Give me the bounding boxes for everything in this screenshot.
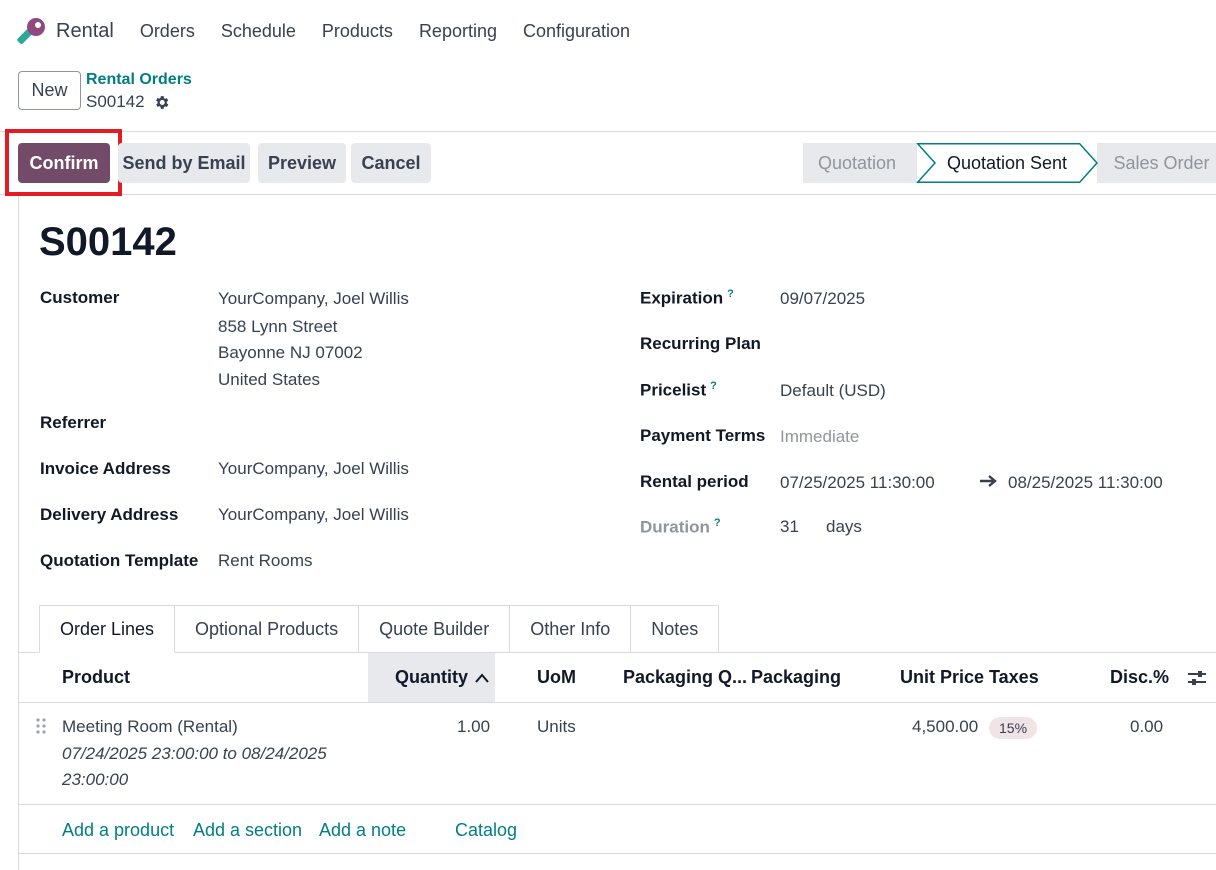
recurring-plan-field[interactable] [780,334,980,354]
referrer-field[interactable] [218,413,418,433]
new-button[interactable]: New [18,71,81,110]
row-description-line2: 23:00:00 [62,770,129,789]
row-unit-price[interactable]: 4,500.00 [912,717,978,737]
form-statusbar: Confirm Send by Email Preview Cancel Quo… [0,129,1216,196]
confirm-button[interactable]: Confirm [18,143,110,183]
control-panel: New Rental Orders S00142 [0,62,1216,132]
delivery-address-field[interactable]: YourCompany, Joel Willis [218,505,409,525]
stage-arrows [916,143,1099,183]
row-description-line1: 07/24/2025 23:00:00 to 08/24/2025 [62,744,327,763]
pricelist-field[interactable]: Default (USD) [780,381,886,401]
col-unit-price[interactable]: Unit Price [900,653,984,702]
menu-orders[interactable]: Orders [140,21,195,42]
expiration-field[interactable]: 09/07/2025 [780,289,865,309]
row-quantity[interactable]: 1.00 [457,717,490,737]
order-lines-header: Product Quantity UoM Packaging Q... Pack… [19,653,1216,703]
cancel-button[interactable]: Cancel [351,143,431,183]
menu-reporting[interactable]: Reporting [419,21,497,42]
order-lines-footer: Add a product Add a section Add a note C… [19,806,1216,854]
duration-label: Duration? [640,517,721,538]
sort-up-icon [475,672,489,683]
menu-schedule[interactable]: Schedule [221,21,296,42]
col-product[interactable]: Product [62,653,130,702]
notebook-tabs: Order Lines Optional Products Quote Buil… [39,605,720,653]
help-icon[interactable]: ? [710,380,717,392]
recurring-plan-label: Recurring Plan [640,334,761,353]
pricelist-label-text: Pricelist [640,380,707,400]
breadcrumb-parent[interactable]: Rental Orders [86,71,192,89]
col-quantity[interactable]: Quantity [395,653,490,702]
customer-country: United States [218,370,321,389]
tab-quote-builder[interactable]: Quote Builder [359,605,511,653]
status-stages: Quotation Sales Order Quotation Sent [803,143,1216,183]
invoice-address-field[interactable]: YourCompany, Joel Willis [218,459,409,479]
row-discount[interactable]: 0.00 [1130,717,1163,737]
add-section-link[interactable]: Add a section [193,820,302,841]
breadcrumb-current-label: S00142 [86,92,145,111]
tab-optional-products[interactable]: Optional Products [175,605,360,653]
menu-configuration[interactable]: Configuration [523,21,630,42]
quotation-template-label: Quotation Template [40,551,199,570]
delivery-address-label: Delivery Address [40,505,179,524]
invoice-address-label: Invoice Address [40,459,171,478]
menu-products[interactable]: Products [322,21,393,42]
col-packaging-qty[interactable]: Packaging Q... [623,653,747,702]
row-product[interactable]: Meeting Room (Rental) [62,717,238,737]
duration-unit: days [826,517,862,536]
order-title: S00142 [39,220,177,264]
main-menu: Orders Schedule Products Reporting Confi… [140,21,656,42]
help-icon[interactable]: ? [727,288,734,300]
add-note-link[interactable]: Add a note [319,820,406,841]
tab-order-lines[interactable]: Order Lines [39,605,176,653]
rental-key-icon [16,15,48,47]
table-row[interactable]: Meeting Room (Rental) 07/24/2025 23:00:0… [19,703,1216,805]
quotation-template-field[interactable]: Rent Rooms [218,551,312,571]
pricelist-label: Pricelist? [640,380,717,401]
referrer-label: Referrer [40,413,107,432]
customer-label: Customer [40,288,120,307]
payment-terms-label: Payment Terms [640,426,766,445]
optional-columns-icon[interactable] [1187,653,1207,702]
payment-terms-field[interactable]: Immediate [780,427,859,447]
tax-badge[interactable]: 15% [989,717,1038,739]
drag-handle-icon[interactable] [35,717,47,735]
customer-street: 858 Lynn Street [218,317,338,336]
row-uom[interactable]: Units [537,717,576,737]
duration-value: 31 [780,517,799,536]
customer-city: Bayonne NJ 07002 [218,343,363,362]
col-packaging[interactable]: Packaging [751,653,841,702]
duration-label-text: Duration [640,517,710,537]
help-icon[interactable]: ? [714,517,721,529]
expiration-label-text: Expiration [640,288,724,308]
catalog-link[interactable]: Catalog [455,820,517,841]
rental-start-field[interactable]: 07/25/2025 11:30:00 [780,473,935,493]
top-navbar: Rental Orders Schedule Products Reportin… [0,0,1216,62]
breadcrumb-current: S00142 [86,92,170,112]
preview-button[interactable]: Preview [258,143,346,183]
form-sheet: S00142 Customer YourCompany, Joel Willis… [18,196,1216,870]
col-taxes[interactable]: Taxes [989,653,1039,702]
expiration-label: Expiration? [640,288,734,309]
add-product-link[interactable]: Add a product [62,820,174,841]
col-discount[interactable]: Disc.% [1110,653,1169,702]
rental-period-label: Rental period [640,472,749,491]
col-quantity-label: Quantity [395,667,469,687]
app-brand[interactable]: Rental [16,15,114,47]
app-name[interactable]: Rental [56,20,114,43]
customer-name[interactable]: YourCompany, Joel Willis [218,289,409,309]
tab-other-info[interactable]: Other Info [510,605,632,653]
send-by-email-button[interactable]: Send by Email [118,143,250,183]
col-uom[interactable]: UoM [537,653,576,702]
tab-notes[interactable]: Notes [631,605,720,653]
arrow-right-icon [979,472,999,495]
rental-end-field[interactable]: 08/25/2025 11:30:00 [1008,473,1163,493]
gear-icon[interactable] [153,94,170,111]
